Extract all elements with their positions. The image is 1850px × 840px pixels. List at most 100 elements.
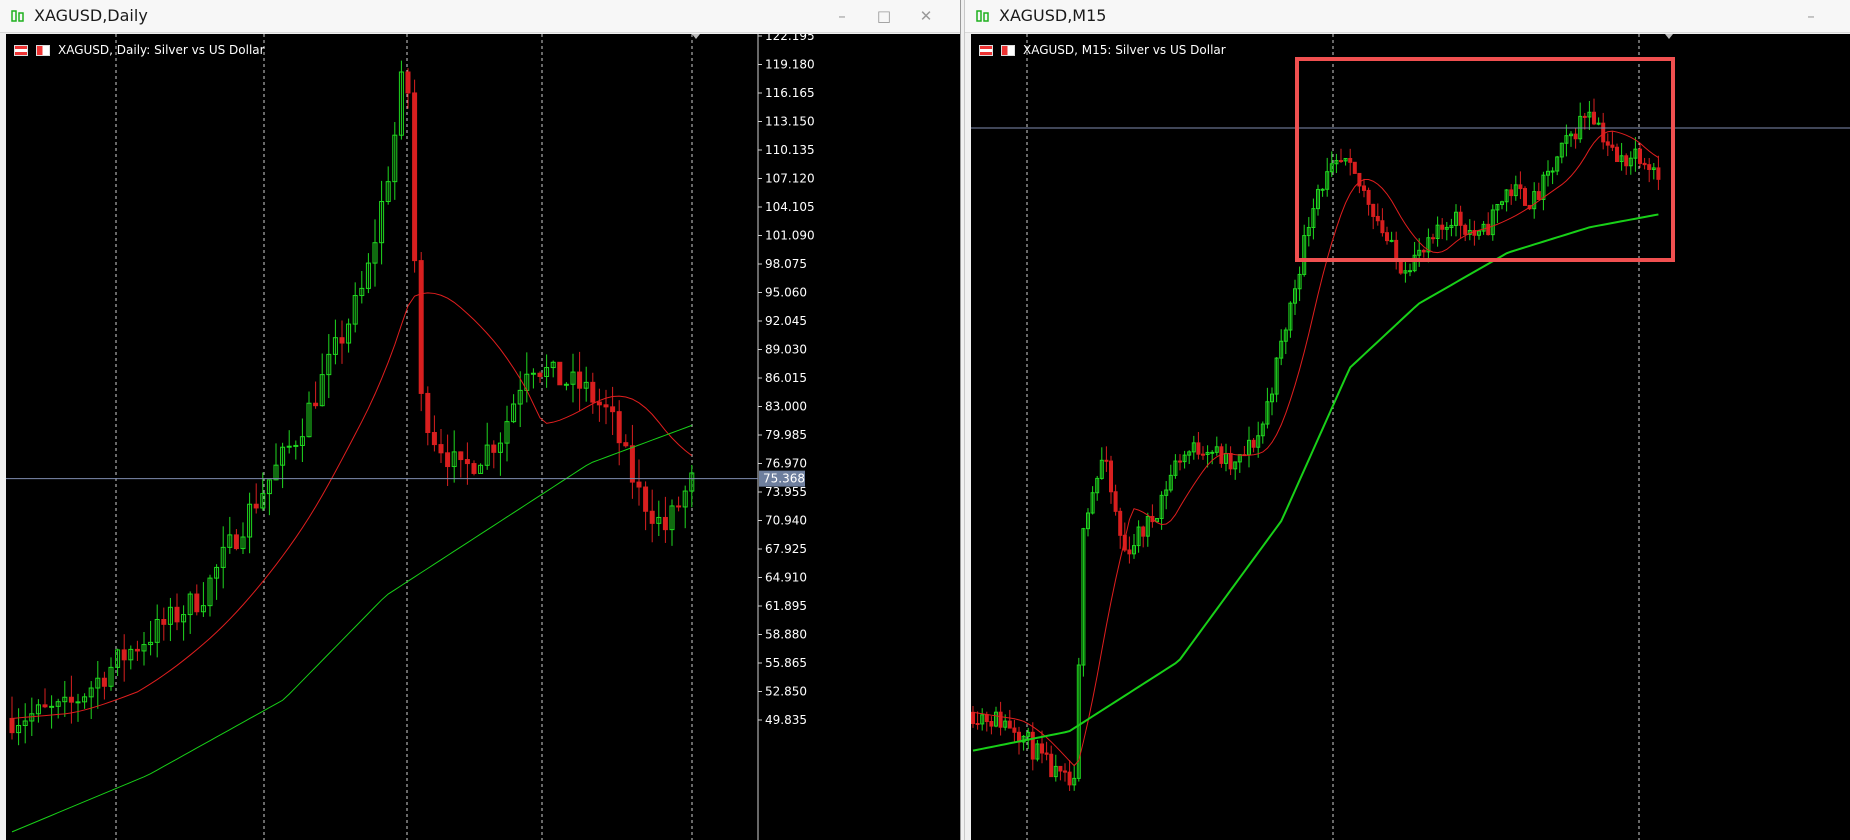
bear-candle xyxy=(1012,727,1017,733)
price-label: 122.195 xyxy=(765,34,815,43)
bear-candle xyxy=(418,260,424,394)
bull-candle xyxy=(1596,122,1601,125)
daily-chart-canvas[interactable]: 122.195 119.180 116.165 113.150 110.135 107.1… xyxy=(6,34,960,840)
bear-candle xyxy=(1104,459,1109,462)
price-label: 55.865 xyxy=(765,656,807,670)
bear-candle xyxy=(1638,148,1642,164)
bull-candle xyxy=(530,372,536,375)
bull-candle xyxy=(1320,188,1325,191)
price-label: 104.105 xyxy=(765,200,815,214)
bear-candle xyxy=(339,337,345,344)
bear-candle xyxy=(1127,549,1132,555)
bear-candle xyxy=(1624,155,1629,167)
price-label: 58.880 xyxy=(765,628,807,642)
bear-candle xyxy=(1380,220,1385,234)
close-icon[interactable]: ✕ xyxy=(914,4,938,28)
bear-candle xyxy=(643,486,649,512)
bear-candle xyxy=(537,372,543,377)
minimize-icon[interactable]: – xyxy=(830,4,854,28)
bear-candle xyxy=(1141,526,1146,537)
bear-candle xyxy=(1656,167,1661,180)
bear-candle xyxy=(194,593,200,613)
price-label: 64.910 xyxy=(765,571,807,585)
daily-chart-window[interactable]: XAGUSD,Daily – □ ✕ XAGUSD, Daily: Silver… xyxy=(0,0,961,840)
bear-candle xyxy=(1592,111,1596,125)
price-label: 67.925 xyxy=(765,542,807,556)
bear-candle xyxy=(425,392,431,434)
bear-candle xyxy=(1109,460,1113,493)
bear-candle xyxy=(1536,191,1541,200)
bear-candle xyxy=(1421,249,1426,253)
minimize-icon[interactable]: – xyxy=(1799,4,1823,28)
bear-candle xyxy=(1357,172,1362,187)
maximize-icon[interactable]: □ xyxy=(872,4,896,28)
bull-candle xyxy=(1210,451,1215,454)
price-label: 52.850 xyxy=(765,685,807,699)
window-titlebar[interactable]: XAGUSD,M15 – xyxy=(965,0,1850,33)
bear-candle xyxy=(1647,164,1652,170)
m15-chart-window[interactable]: XAGUSD,M15 – XAGUSD, M15: Silver vs US D… xyxy=(964,0,1850,840)
bear-candle xyxy=(1044,752,1049,755)
bear-candle xyxy=(975,723,980,726)
chart-title: XAGUSD, Daily: Silver vs US Dollar xyxy=(58,43,265,57)
bear-candle xyxy=(1394,239,1399,261)
price-label: 113.150 xyxy=(765,115,815,129)
current-price-label: 75.368 xyxy=(763,472,805,486)
bear-candle xyxy=(984,714,989,722)
price-label: 61.895 xyxy=(765,599,807,613)
chart-window-icon xyxy=(976,10,989,22)
window-titlebar[interactable]: XAGUSD,Daily – □ ✕ xyxy=(0,0,960,33)
bear-candle xyxy=(1118,510,1123,536)
bull-candle xyxy=(286,445,292,448)
bear-candle xyxy=(1067,771,1072,786)
bear-candle xyxy=(1642,162,1647,166)
bear-candle xyxy=(1251,439,1256,448)
price-label: 95.060 xyxy=(765,286,807,300)
bear-candle xyxy=(662,516,668,531)
bear-candle xyxy=(161,619,167,625)
bear-candle xyxy=(134,648,140,652)
price-label: 119.180 xyxy=(765,58,815,72)
bull-candle xyxy=(1389,239,1394,242)
bear-candle xyxy=(1040,743,1044,754)
bear-candle xyxy=(557,361,563,386)
bear-candle xyxy=(1371,203,1376,217)
bear-candle xyxy=(1366,189,1371,205)
bear-candle xyxy=(1615,146,1619,163)
bear-candle xyxy=(1440,224,1445,230)
price-label: 70.940 xyxy=(765,514,807,528)
bull-candle xyxy=(293,444,299,447)
bear-candle xyxy=(233,534,239,550)
chart-window-icon xyxy=(11,10,24,22)
bear-candle xyxy=(42,704,48,708)
m15-chart-canvas[interactable] xyxy=(971,34,1850,840)
price-label: 76.970 xyxy=(765,457,807,471)
price-label: 83.000 xyxy=(765,400,807,414)
daily-chart-area[interactable]: XAGUSD, Daily: Silver vs US Dollar 122.1… xyxy=(6,34,960,840)
bear-candle xyxy=(636,481,642,488)
bear-candle xyxy=(1486,223,1491,236)
bear-candle xyxy=(458,451,464,461)
ma-slow-line xyxy=(11,424,692,833)
bear-candle xyxy=(1509,189,1514,197)
m15-chart-area[interactable]: XAGUSD, M15: Silver vs US Dollar xyxy=(971,34,1850,840)
bear-candle xyxy=(1348,158,1353,163)
bear-candle xyxy=(9,717,15,734)
bear-candle xyxy=(1610,144,1615,148)
bear-candle xyxy=(1339,160,1343,163)
bear-candle xyxy=(629,445,635,483)
ma-slow-line xyxy=(972,213,1659,752)
price-label: 107.120 xyxy=(765,172,815,186)
bear-candle xyxy=(1030,731,1035,760)
bear-candle xyxy=(623,442,629,447)
bear-candle xyxy=(1058,765,1063,772)
candles-icon xyxy=(1001,44,1015,56)
price-label: 79.985 xyxy=(765,428,807,442)
bear-candle xyxy=(1601,122,1606,143)
bear-candle xyxy=(998,711,1003,728)
bars-icon xyxy=(979,44,993,56)
bear-candle xyxy=(1007,720,1012,729)
bear-candle xyxy=(676,505,682,508)
bear-candle xyxy=(1518,184,1523,190)
bear-candle xyxy=(174,606,180,623)
